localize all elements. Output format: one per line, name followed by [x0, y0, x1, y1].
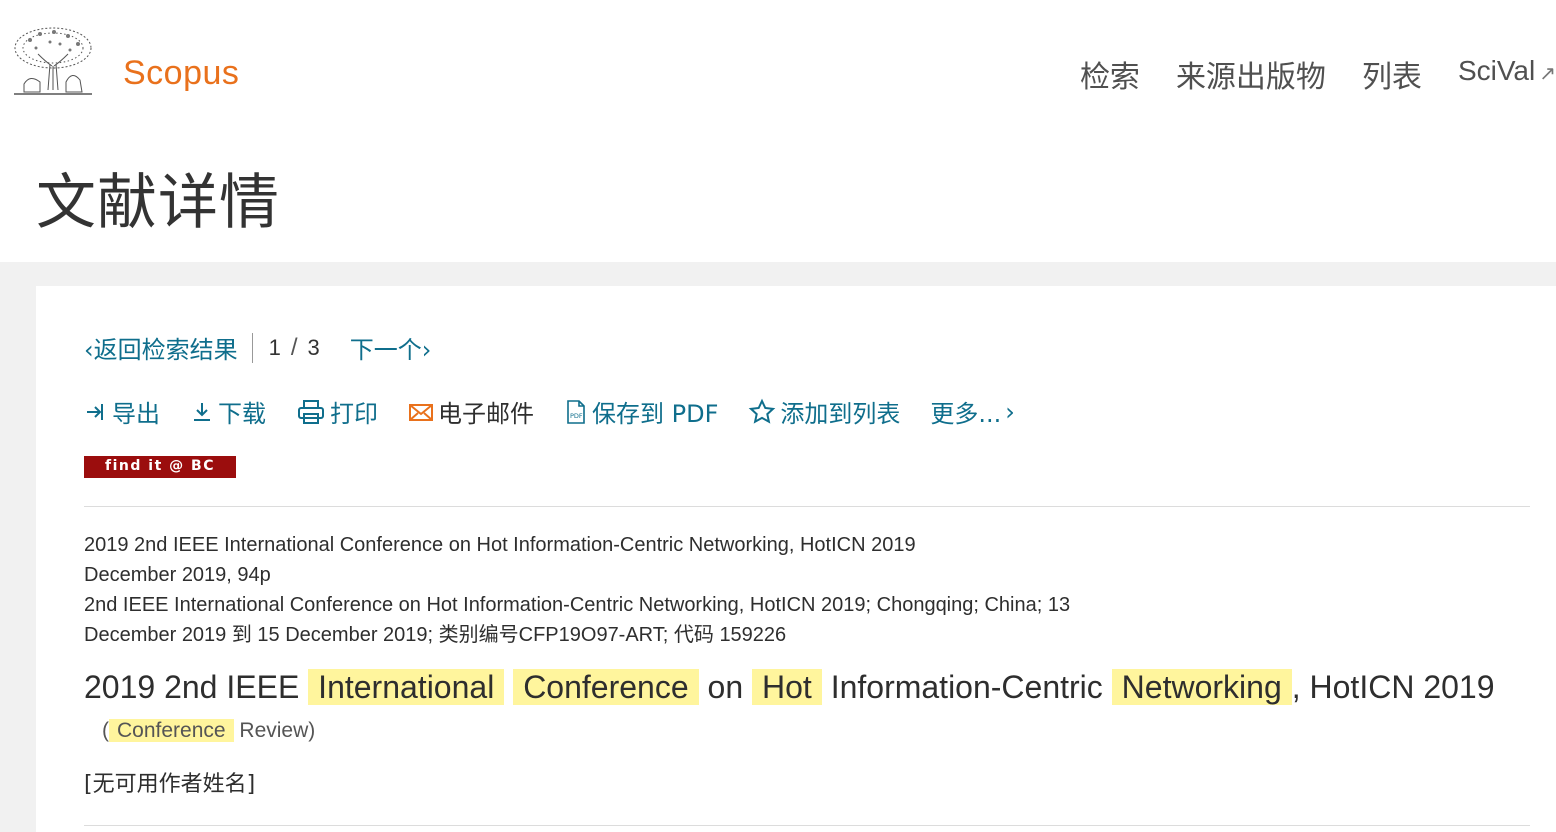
site-header: Scopus 检索 来源出版物 列表 SciVal ↗ 文献详情	[0, 0, 1556, 262]
title-text: on	[707, 669, 744, 705]
add-to-list-label: 添加到列表	[780, 400, 901, 428]
doc-type-paren: (	[102, 719, 109, 742]
print-icon	[298, 399, 324, 424]
conference-info-line1: 2nd IEEE International Conference on Hot…	[84, 594, 1071, 616]
export-button[interactable]: 导出	[84, 394, 160, 429]
nav-scival-label: SciVal	[1457, 55, 1536, 86]
title-highlight: Conference	[513, 669, 699, 705]
authors: [无可用作者姓名]	[84, 772, 256, 797]
title-highlight: Hot	[752, 669, 822, 705]
title-text: , HotICN	[1291, 669, 1415, 705]
source-title: 2019 2nd IEEE International Conference o…	[84, 534, 916, 556]
back-to-results-label: 返回检索结果	[93, 336, 238, 364]
chevron-right-icon: ›	[421, 336, 432, 364]
print-label: 打印	[330, 400, 378, 428]
brand-name[interactable]: Scopus	[123, 54, 239, 93]
pdf-icon: PDF	[567, 399, 585, 424]
nav-search[interactable]: 检索	[1080, 52, 1140, 96]
title-highlight: International	[308, 669, 505, 705]
save-to-pdf-label: 保存到 PDF	[592, 400, 719, 428]
divider	[84, 825, 1530, 826]
export-icon	[87, 403, 103, 420]
email-label: 电子邮件	[438, 400, 534, 428]
source-info: 2019 2nd IEEE International Conference o…	[84, 530, 1070, 650]
add-to-list-button[interactable]: 添加到列表	[748, 394, 900, 429]
result-navigation: ‹返回检索结果 1/3 下一个›	[84, 330, 431, 365]
title-highlight: Networking	[1111, 669, 1292, 705]
page-title: 文献详情	[36, 168, 280, 238]
title-text: Information-Centric	[830, 669, 1103, 705]
divider	[84, 506, 1530, 507]
nav-sources[interactable]: 来源出版物	[1176, 52, 1326, 96]
divider	[251, 332, 253, 363]
document-type: (Conference Review)	[102, 719, 315, 742]
title-text: 2019 2nd IEEE	[84, 669, 300, 705]
chevron-left-icon: ‹	[84, 336, 94, 364]
print-button[interactable]: 打印	[296, 394, 378, 429]
next-result-link[interactable]: 下一个›	[350, 330, 432, 365]
source-date-pages: December 2019, 94p	[84, 564, 271, 586]
back-to-results-link[interactable]: ‹返回检索结果	[84, 330, 238, 365]
top-nav: 检索 来源出版物 列表 SciVal ↗	[1080, 52, 1556, 96]
chevron-right-icon: ›	[1005, 397, 1015, 426]
more-button[interactable]: 更多... ›	[930, 394, 1015, 429]
download-label: 下载	[218, 400, 266, 428]
download-icon	[194, 402, 210, 421]
result-pager: 1/3	[268, 333, 320, 361]
document-actions: 导出 下载 打印 电子邮件 PDF 保存到 PDF 添加到列表 更多... ›	[84, 394, 1045, 429]
save-to-pdf-button[interactable]: PDF 保存到 PDF	[564, 394, 718, 429]
document-card: ‹返回检索结果 1/3 下一个› 导出 下载 打印 电子邮件 PDF 保存到 P…	[36, 286, 1556, 832]
doc-type-highlight: Conference	[109, 719, 234, 742]
email-icon	[409, 403, 433, 421]
find-it-bc-button[interactable]: find it @ BC	[84, 456, 236, 478]
export-label: 导出	[112, 400, 160, 428]
star-icon	[749, 398, 776, 424]
current-result-index: 1	[268, 334, 281, 360]
nav-scival[interactable]: SciVal ↗	[1458, 52, 1556, 96]
external-link-icon: ↗	[1539, 63, 1556, 85]
doc-type-text: Review)	[239, 719, 316, 742]
conference-info-line2: December 2019 到 15 December 2019; 类别编号CF…	[84, 624, 787, 646]
title-text: 2019	[1423, 669, 1495, 705]
elsevier-tree-logo[interactable]	[10, 24, 96, 100]
download-button[interactable]: 下载	[190, 394, 266, 429]
email-button[interactable]: 电子邮件	[408, 394, 534, 429]
nav-lists[interactable]: 列表	[1362, 52, 1422, 96]
next-result-label: 下一个	[349, 336, 422, 364]
more-label: 更多...	[930, 400, 1002, 428]
svg-text:PDF: PDF	[570, 412, 583, 420]
total-results: 3	[307, 334, 320, 360]
document-title: 2019 2nd IEEE International Conference o…	[84, 668, 1524, 750]
